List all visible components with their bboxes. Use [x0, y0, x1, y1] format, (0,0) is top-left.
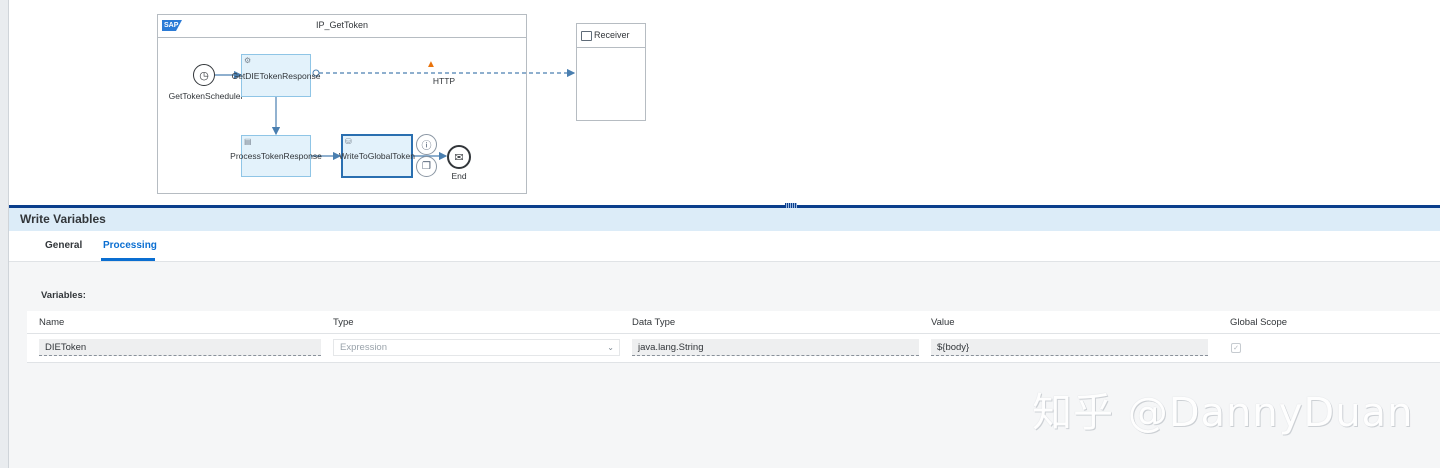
step-write-to-global-token[interactable]: ⛁ WriteToGlobalToken [339, 134, 415, 178]
tab-processing[interactable]: Processing [103, 240, 157, 251]
variables-label: Variables: [41, 290, 86, 301]
step-label: GetDIETokenResponse [231, 70, 321, 81]
flow-connectors [215, 68, 576, 161]
warning-icon[interactable]: ▲ [426, 59, 436, 70]
envelope-icon: ✉ [454, 151, 464, 164]
start-event-label: GetTokenScheduler [168, 91, 244, 101]
database-icon: ⛁ [345, 137, 352, 146]
receiver-icon [581, 31, 592, 41]
global-scope-checkbox[interactable]: ✓ [1231, 343, 1241, 353]
tab-general[interactable]: General [45, 240, 82, 251]
connection-label: HTTP [432, 76, 456, 86]
name-field[interactable]: DIEToken [39, 339, 321, 356]
step-get-token-response[interactable]: ⚙ GetDIETokenResponse [232, 54, 320, 97]
type-select-value: Expression [340, 342, 387, 353]
receiver-label: Receiver [594, 30, 630, 40]
value-field[interactable]: ${body} [931, 339, 1208, 356]
step-label: ProcessTokenResponse [230, 151, 322, 161]
variables-table-header: Name Type Data Type Value Global Scope [27, 311, 1440, 334]
end-event-label: End [451, 171, 467, 181]
integration-flow-canvas[interactable]: SAP IP_GetToken ◷ GetTokenScheduler ⚙ Ge… [9, 0, 1440, 206]
timer-start-event[interactable]: ◷ [193, 64, 215, 86]
watermark: 知乎 @DannyDuan [1032, 390, 1414, 436]
left-rail [0, 0, 9, 468]
copy-icon[interactable]: ❐ [416, 156, 437, 177]
table-row[interactable]: DIEToken Expression ⌄ java.lang.String $… [27, 334, 1440, 363]
panel-title: Write Variables [9, 208, 1440, 231]
step-label: WriteToGlobalToken [339, 151, 415, 161]
request-reply-icon: ⚙ [244, 56, 252, 65]
receiver-participant[interactable]: Receiver [576, 23, 646, 121]
clock-icon: ◷ [199, 69, 209, 82]
step-process-token-response[interactable]: ▤ ProcessTokenResponse [230, 135, 322, 177]
script-icon: ▤ [244, 137, 252, 146]
column-header-global-scope: Global Scope [1230, 317, 1288, 328]
panel-tabs: General Processing [9, 231, 1440, 262]
info-icon[interactable]: ⓘ [416, 134, 437, 155]
type-select[interactable]: Expression ⌄ [333, 339, 620, 356]
active-tab-indicator [101, 258, 155, 261]
column-header-name: Name [39, 317, 65, 328]
message-end-event[interactable]: ✉ [447, 145, 471, 169]
data-type-field[interactable]: java.lang.String [632, 339, 919, 356]
chevron-down-icon: ⌄ [607, 343, 614, 352]
receiver-header: Receiver [577, 24, 645, 48]
column-header-value: Value [931, 317, 955, 328]
column-header-type: Type [333, 317, 354, 328]
column-header-data-type: Data Type [632, 317, 676, 328]
